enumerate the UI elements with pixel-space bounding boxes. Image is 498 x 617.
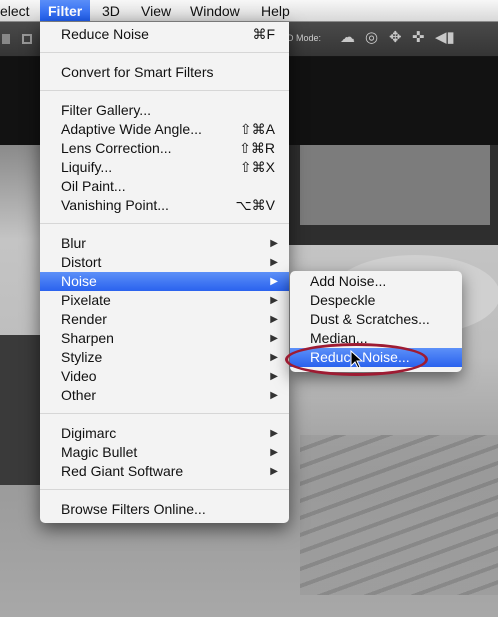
menu-item-label: Pixelate (61, 292, 111, 308)
menu-help[interactable]: Help (253, 0, 298, 21)
menu-item-label: Magic Bullet (61, 444, 138, 460)
submenu-arrow-icon: ▶ (270, 352, 278, 363)
menu-item-label: Convert for Smart Filters (61, 64, 214, 80)
menu-item-browse-filters-online[interactable]: Browse Filters Online... (40, 500, 289, 519)
menu-select[interactable]: elect (0, 0, 38, 21)
filter-menu: Reduce Noise ⌘F Convert for Smart Filter… (40, 22, 289, 523)
menu-separator (40, 90, 289, 91)
menu-item-label: Blur (61, 235, 86, 251)
menu-item-magic-bullet[interactable]: Magic Bullet ▶ (40, 443, 289, 462)
menu-item-label: Stylize (61, 349, 103, 365)
menu-item-stylize[interactable]: Stylize ▶ (40, 348, 289, 367)
menu-item-label: Digimarc (61, 425, 117, 441)
tool-preset-icon[interactable] (2, 34, 10, 44)
menu-item-label: Browse Filters Online... (61, 501, 206, 517)
submenu-arrow-icon: ▶ (270, 428, 278, 439)
menu-item-filter-gallery[interactable]: Filter Gallery... (40, 101, 289, 120)
submenu-arrow-icon: ▶ (270, 333, 278, 344)
menu-view[interactable]: View (133, 0, 179, 21)
menu-item-noise[interactable]: Noise ▶ (40, 272, 289, 291)
menu-item-shortcut: ⇧⌘X (239, 159, 275, 175)
menu-item-label: Other (61, 387, 97, 403)
menu-item-last-filter[interactable]: Reduce Noise ⌘F (40, 25, 289, 44)
submenu-item-label: Add Noise... (310, 273, 387, 289)
menu-item-label: Noise (61, 273, 97, 289)
menu-item-label: Video (61, 368, 97, 384)
menu-item-video[interactable]: Video ▶ (40, 367, 289, 386)
menu-item-label: Filter Gallery... (61, 102, 151, 118)
menu-item-red-giant-software[interactable]: Red Giant Software ▶ (40, 462, 289, 481)
menu-item-label: Lens Correction... (61, 140, 172, 156)
submenu-item-dust-scratches[interactable]: Dust & Scratches... (290, 310, 462, 329)
orbit-icon[interactable]: ☁ (340, 30, 355, 46)
menu-item-render[interactable]: Render ▶ (40, 310, 289, 329)
slide-icon[interactable]: ✜ (412, 30, 425, 46)
menu-item-oil-paint[interactable]: Oil Paint... (40, 177, 289, 196)
submenu-arrow-icon: ▶ (270, 276, 278, 287)
menu-item-other[interactable]: Other ▶ (40, 386, 289, 405)
menu-item-pixelate[interactable]: Pixelate ▶ (40, 291, 289, 310)
submenu-arrow-icon: ▶ (270, 314, 278, 325)
photo-window-region (300, 145, 490, 225)
submenu-item-label: Dust & Scratches... (310, 311, 430, 327)
menu-item-shortcut: ⇧⌘R (239, 140, 275, 156)
menu-separator (40, 413, 289, 414)
submenu-arrow-icon: ▶ (270, 390, 278, 401)
menu-item-adaptive-wide-angle[interactable]: Adaptive Wide Angle... ⇧⌘A (40, 120, 289, 139)
submenu-arrow-icon: ▶ (270, 295, 278, 306)
photo-pavement-texture (300, 435, 498, 595)
submenu-item-add-noise[interactable]: Add Noise... (290, 272, 462, 291)
menu-item-distort[interactable]: Distort ▶ (40, 253, 289, 272)
pan-icon[interactable]: ✥ (389, 30, 402, 46)
menu-item-convert-smart-filters[interactable]: Convert for Smart Filters (40, 63, 289, 82)
menu-separator (40, 489, 289, 490)
menu-3d[interactable]: 3D (94, 0, 128, 21)
submenu-arrow-icon: ▶ (270, 371, 278, 382)
menu-item-label: Adaptive Wide Angle... (61, 121, 202, 137)
menu-separator (40, 52, 289, 53)
menu-item-shortcut: ⌘F (252, 26, 275, 42)
menu-item-label: Oil Paint... (61, 178, 126, 194)
menu-item-digimarc[interactable]: Digimarc ▶ (40, 424, 289, 443)
menu-item-shortcut: ⇧⌘A (239, 121, 275, 137)
align-icon[interactable] (22, 34, 32, 44)
submenu-item-label: Despeckle (310, 292, 376, 308)
submenu-arrow-icon: ▶ (270, 466, 278, 477)
submenu-arrow-icon: ▶ (270, 257, 278, 268)
submenu-arrow-icon: ▶ (270, 447, 278, 458)
menu-item-label: Distort (61, 254, 102, 270)
submenu-item-despeckle[interactable]: Despeckle (290, 291, 462, 310)
roll-icon[interactable]: ◎ (365, 30, 378, 46)
menu-item-lens-correction[interactable]: Lens Correction... ⇧⌘R (40, 139, 289, 158)
menu-item-shortcut: ⌥⌘V (235, 197, 275, 213)
menu-item-label: Red Giant Software (61, 463, 184, 479)
camera-icon[interactable]: ◀▮ (435, 30, 455, 46)
menu-item-liquify[interactable]: Liquify... ⇧⌘X (40, 158, 289, 177)
menu-item-sharpen[interactable]: Sharpen ▶ (40, 329, 289, 348)
menu-item-label: Reduce Noise (61, 26, 149, 42)
menu-item-label: Liquify... (61, 159, 113, 175)
menu-item-label: Vanishing Point... (61, 197, 169, 213)
menu-filter[interactable]: Filter (40, 0, 91, 21)
menu-item-label: Sharpen (61, 330, 114, 346)
menu-window[interactable]: Window (182, 0, 248, 21)
menu-item-vanishing-point[interactable]: Vanishing Point... ⌥⌘V (40, 196, 289, 215)
menu-item-blur[interactable]: Blur ▶ (40, 234, 289, 253)
mouse-cursor-icon (350, 350, 364, 369)
menu-bar: elect Filter 3D View Window Help (0, 0, 498, 22)
menu-item-label: Render (61, 311, 107, 327)
submenu-arrow-icon: ▶ (270, 238, 278, 249)
menu-separator (40, 223, 289, 224)
